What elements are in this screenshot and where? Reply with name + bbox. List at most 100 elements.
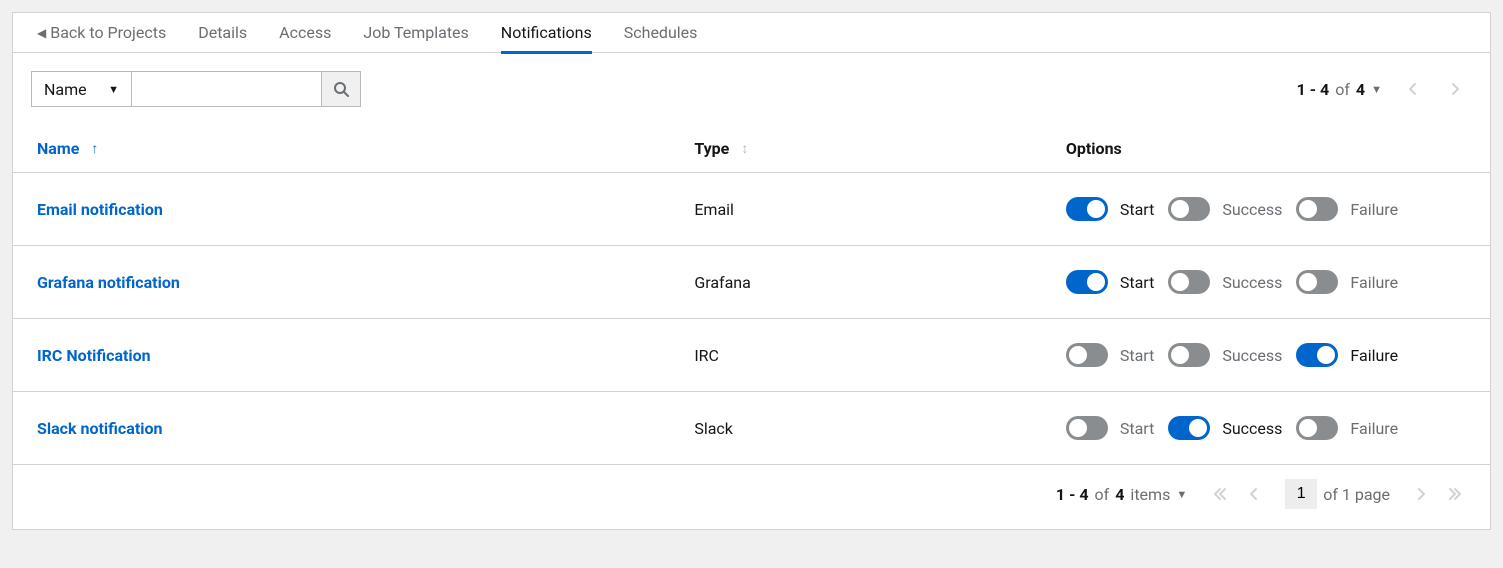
success-toggle[interactable] bbox=[1168, 416, 1210, 440]
option-failure: Failure bbox=[1296, 416, 1398, 440]
last-page-button[interactable] bbox=[1444, 485, 1466, 503]
failure-toggle[interactable] bbox=[1296, 197, 1338, 221]
option-label-start: Start bbox=[1120, 273, 1154, 292]
search-input[interactable] bbox=[131, 71, 321, 107]
option-success: Success bbox=[1168, 343, 1282, 367]
notification-name-link[interactable]: Email notification bbox=[37, 200, 163, 219]
failure-toggle[interactable] bbox=[1296, 270, 1338, 294]
footer-range: 1 - 4 bbox=[1056, 485, 1089, 504]
tab-job-templates[interactable]: Job Templates bbox=[363, 13, 468, 53]
success-toggle[interactable] bbox=[1168, 197, 1210, 221]
start-toggle[interactable] bbox=[1066, 197, 1108, 221]
caret-down-icon: ▼ bbox=[108, 83, 119, 96]
sort-neutral-icon: ↕ bbox=[741, 140, 748, 157]
pager-top: 1 - 4 of 4 ▼ bbox=[1297, 78, 1466, 100]
column-header-type[interactable]: Type ↕ bbox=[694, 139, 1066, 158]
start-toggle[interactable] bbox=[1066, 343, 1108, 367]
cell-type: Email bbox=[694, 200, 1066, 219]
cell-options: Start Success Failure bbox=[1066, 270, 1466, 294]
option-label-start: Start bbox=[1120, 419, 1154, 438]
of-word: of bbox=[1335, 80, 1350, 99]
toolbar: Name ▼ 1 - 4 of 4 ▼ bbox=[13, 53, 1490, 125]
start-toggle[interactable] bbox=[1066, 416, 1108, 440]
toggle-knob bbox=[1069, 346, 1087, 364]
success-toggle[interactable] bbox=[1168, 343, 1210, 367]
table-row: Slack notification SlackStartSuccessFailu… bbox=[13, 392, 1490, 465]
footer-of: of bbox=[1095, 485, 1110, 504]
option-label-success: Success bbox=[1222, 200, 1282, 219]
toggle-knob bbox=[1087, 200, 1105, 218]
next-page-button[interactable] bbox=[1444, 78, 1466, 100]
options-group: Start Success Failure bbox=[1066, 270, 1466, 294]
cell-type: Slack bbox=[694, 419, 1066, 438]
caret-left-icon: ◀ bbox=[37, 26, 46, 40]
cell-type: Grafana bbox=[694, 273, 1066, 292]
failure-toggle[interactable] bbox=[1296, 343, 1338, 367]
option-label-failure: Failure bbox=[1350, 200, 1398, 219]
filter-field-label: Name bbox=[44, 80, 87, 99]
caret-down-icon: ▼ bbox=[1176, 488, 1187, 501]
pager-nav bbox=[1209, 485, 1263, 503]
items-per-page-select[interactable]: 1 - 4 of 4 items ▼ bbox=[1056, 485, 1187, 504]
option-success: Success bbox=[1168, 270, 1282, 294]
option-label-failure: Failure bbox=[1350, 346, 1398, 365]
table-row: Grafana notification Grafana Start Success F… bbox=[13, 246, 1490, 319]
options-group: Start Success Failure bbox=[1066, 197, 1466, 221]
option-start: Start bbox=[1066, 197, 1154, 221]
options-group: StartSuccessFailure bbox=[1066, 416, 1466, 440]
toggle-knob bbox=[1299, 419, 1317, 437]
toggle-knob bbox=[1299, 273, 1317, 291]
start-toggle[interactable] bbox=[1066, 270, 1108, 294]
filter-field-select[interactable]: Name ▼ bbox=[31, 71, 131, 107]
cell-type: IRC bbox=[694, 346, 1066, 365]
option-start: Start bbox=[1066, 270, 1154, 294]
option-label-start: Start bbox=[1120, 346, 1154, 365]
first-page-button[interactable] bbox=[1209, 485, 1231, 503]
column-type-label: Type bbox=[694, 139, 729, 158]
pager-nav-right bbox=[1412, 485, 1466, 503]
toggle-knob bbox=[1317, 346, 1335, 364]
tab-access[interactable]: Access bbox=[279, 13, 331, 53]
toggle-knob bbox=[1171, 273, 1189, 291]
column-name-label: Name bbox=[37, 139, 79, 158]
toggle-knob bbox=[1189, 419, 1207, 437]
option-failure: Failure bbox=[1296, 197, 1398, 221]
table-header: Name ↑ Type ↕ Options bbox=[13, 125, 1490, 173]
cell-name: Email notification bbox=[37, 200, 694, 219]
toggle-knob bbox=[1171, 200, 1189, 218]
cell-name: IRC Notification bbox=[37, 346, 694, 365]
option-start: Start bbox=[1066, 343, 1154, 367]
success-toggle[interactable] bbox=[1168, 270, 1210, 294]
cell-options: Start Success Failure bbox=[1066, 343, 1466, 367]
sort-asc-icon: ↑ bbox=[91, 140, 98, 157]
cell-name: Grafana notification bbox=[37, 273, 694, 292]
failure-toggle[interactable] bbox=[1296, 416, 1338, 440]
toggle-knob bbox=[1171, 346, 1189, 364]
item-range-select[interactable]: 1 - 4 of 4 ▼ bbox=[1297, 80, 1382, 99]
option-start: Start bbox=[1066, 416, 1154, 440]
notification-name-link[interactable]: Slack notification bbox=[37, 419, 162, 438]
back-label: Back to Projects bbox=[50, 23, 166, 42]
notification-name-link[interactable]: IRC Notification bbox=[37, 346, 151, 365]
prev-page-button[interactable] bbox=[1402, 78, 1424, 100]
option-failure: Failure bbox=[1296, 270, 1398, 294]
search-button[interactable] bbox=[321, 71, 361, 107]
column-options-label: Options bbox=[1066, 139, 1122, 158]
cell-options: StartSuccessFailure bbox=[1066, 416, 1466, 440]
back-to-projects-link[interactable]: ◀ Back to Projects bbox=[37, 23, 166, 42]
tab-details[interactable]: Details bbox=[198, 13, 247, 53]
tab-bar: ◀ Back to Projects Details Access Job Te… bbox=[13, 13, 1490, 53]
toggle-knob bbox=[1299, 200, 1317, 218]
option-success: Success bbox=[1168, 197, 1282, 221]
notification-name-link[interactable]: Grafana notification bbox=[37, 273, 180, 292]
search-group: Name ▼ bbox=[31, 71, 361, 107]
caret-down-icon: ▼ bbox=[1371, 83, 1382, 96]
tab-notifications[interactable]: Notifications bbox=[501, 13, 592, 53]
column-header-options: Options bbox=[1066, 139, 1466, 158]
tab-schedules[interactable]: Schedules bbox=[624, 13, 698, 53]
next-page-button[interactable] bbox=[1412, 485, 1430, 503]
prev-page-button[interactable] bbox=[1245, 485, 1263, 503]
column-header-name[interactable]: Name ↑ bbox=[37, 139, 694, 158]
notifications-panel: ◀ Back to Projects Details Access Job Te… bbox=[12, 12, 1491, 530]
page-number-input[interactable] bbox=[1285, 479, 1317, 509]
